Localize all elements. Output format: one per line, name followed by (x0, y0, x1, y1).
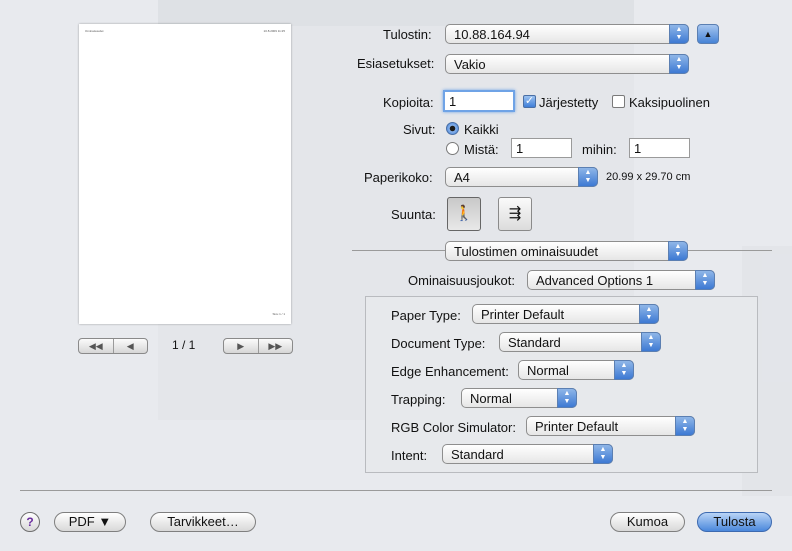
paper-type-label: Paper Type: (391, 308, 461, 323)
pages-label: Sivut: (403, 122, 436, 137)
document-type-label: Document Type: (391, 336, 486, 351)
pages-to-field[interactable]: 1 (629, 138, 690, 158)
collated-label: Järjestetty (539, 95, 599, 110)
duplex-checkbox[interactable] (612, 95, 625, 108)
paper-type-value: Printer Default (481, 307, 565, 322)
first-page-button[interactable]: ◀◀ (79, 339, 113, 353)
pages-from-label: Mistä: (464, 142, 499, 157)
printer-value: 10.88.164.94 (454, 27, 530, 42)
popup-arrows-icon: ▲ ▼ (668, 241, 688, 261)
paper-type-popup[interactable]: Printer Default ▲ ▼ (472, 304, 659, 324)
trapping-popup[interactable]: Normal ▲ ▼ (461, 388, 577, 408)
preview-forward-buttons: ▶ ▶▶ (223, 338, 293, 354)
preview-header-right: 10.8.2009 11:25 (263, 29, 285, 33)
supplies-button[interactable]: Tarvikkeet… (150, 512, 256, 532)
pages-all-radio[interactable] (446, 122, 459, 135)
pages-from-field[interactable]: 1 (511, 138, 572, 158)
intent-popup[interactable]: Standard ▲ ▼ (442, 444, 613, 464)
collated-checkbox[interactable]: ✓ (523, 95, 536, 108)
paper-size-popup[interactable]: A4 ▲ ▼ (445, 167, 598, 187)
presets-value: Vakio (454, 57, 486, 72)
copies-field[interactable]: 1 (443, 90, 515, 112)
popup-arrows-icon: ▲ ▼ (695, 270, 715, 290)
page-counter: 1 / 1 (172, 338, 196, 352)
popup-arrows-icon: ▲ ▼ (669, 24, 689, 44)
portrait-button[interactable]: 🚶 (447, 197, 481, 231)
popup-arrows-icon: ▲ ▼ (593, 444, 613, 464)
presets-popup[interactable]: Vakio ▲ ▼ (445, 54, 689, 74)
edge-enhancement-value: Normal (527, 363, 569, 378)
cancel-button[interactable]: Kumoa (610, 512, 685, 532)
help-button[interactable]: ? (20, 512, 40, 532)
preview-footer: Sivu 1 / 1 (272, 312, 285, 316)
document-type-popup[interactable]: Standard ▲ ▼ (499, 332, 661, 352)
popup-arrows-icon: ▲ ▼ (557, 388, 577, 408)
page-preview: Ominaisuudet 10.8.2009 11:25 Sivu 1 / 1 (79, 24, 291, 324)
portrait-icon: 🚶 (454, 205, 474, 222)
rgb-simulator-label: RGB Color Simulator: (391, 420, 516, 435)
print-button[interactable]: Tulosta (697, 512, 772, 532)
pdf-button[interactable]: PDF ▼ (54, 512, 126, 532)
popup-arrows-icon: ▲ ▼ (669, 54, 689, 74)
intent-label: Intent: (391, 448, 428, 463)
duplex-label: Kaksipuolinen (629, 95, 710, 110)
edge-enhancement-label: Edge Enhancement: (391, 364, 509, 379)
rgb-simulator-popup[interactable]: Printer Default ▲ ▼ (526, 416, 695, 436)
paper-size-value: A4 (454, 170, 470, 185)
presets-label: Esiasetukset: (357, 56, 435, 71)
orientation-label: Suunta: (391, 207, 436, 222)
landscape-icon: ⇶ (508, 205, 522, 222)
edge-enhancement-popup[interactable]: Normal ▲ ▼ (518, 360, 634, 380)
trapping-value: Normal (470, 391, 512, 406)
rgb-simulator-value: Printer Default (535, 419, 619, 434)
printer-label: Tulostin: (383, 27, 432, 42)
footer-separator (20, 490, 772, 491)
collapse-disclosure-button[interactable]: ▲ (697, 24, 719, 44)
pages-to-label: mihin: (582, 142, 617, 157)
section-popup[interactable]: Tulostimen ominaisuudet ▲ ▼ (445, 241, 688, 261)
popup-arrows-icon: ▲ ▼ (641, 332, 661, 352)
preview-header-left: Ominaisuudet (85, 29, 104, 33)
trapping-label: Trapping: (391, 392, 446, 407)
previous-page-button[interactable]: ◀ (112, 339, 148, 353)
popup-arrows-icon: ▲ ▼ (614, 360, 634, 380)
document-type-value: Standard (508, 335, 561, 350)
feature-sets-popup[interactable]: Advanced Options 1 ▲ ▼ (527, 270, 715, 290)
last-page-button[interactable]: ▶▶ (257, 339, 293, 353)
printer-popup[interactable]: 10.88.164.94 ▲ ▼ (445, 24, 689, 44)
intent-value: Standard (451, 447, 504, 462)
feature-sets-value: Advanced Options 1 (536, 273, 654, 288)
feature-sets-label: Ominaisuusjoukot: (408, 273, 515, 288)
preview-back-buttons: ◀◀ ◀ (78, 338, 148, 354)
section-value: Tulostimen ominaisuudet (454, 244, 599, 259)
next-page-button[interactable]: ▶ (224, 339, 258, 353)
paper-size-label: Paperikoko: (364, 170, 433, 185)
popup-arrows-icon: ▲ ▼ (578, 167, 598, 187)
pages-all-label: Kaikki (464, 122, 499, 137)
paper-dimensions: 20.99 x 29.70 cm (606, 171, 691, 183)
landscape-button[interactable]: ⇶ (498, 197, 532, 231)
copies-label: Kopioita: (383, 95, 434, 110)
popup-arrows-icon: ▲ ▼ (639, 304, 659, 324)
popup-arrows-icon: ▲ ▼ (675, 416, 695, 436)
pages-range-radio[interactable] (446, 142, 459, 155)
